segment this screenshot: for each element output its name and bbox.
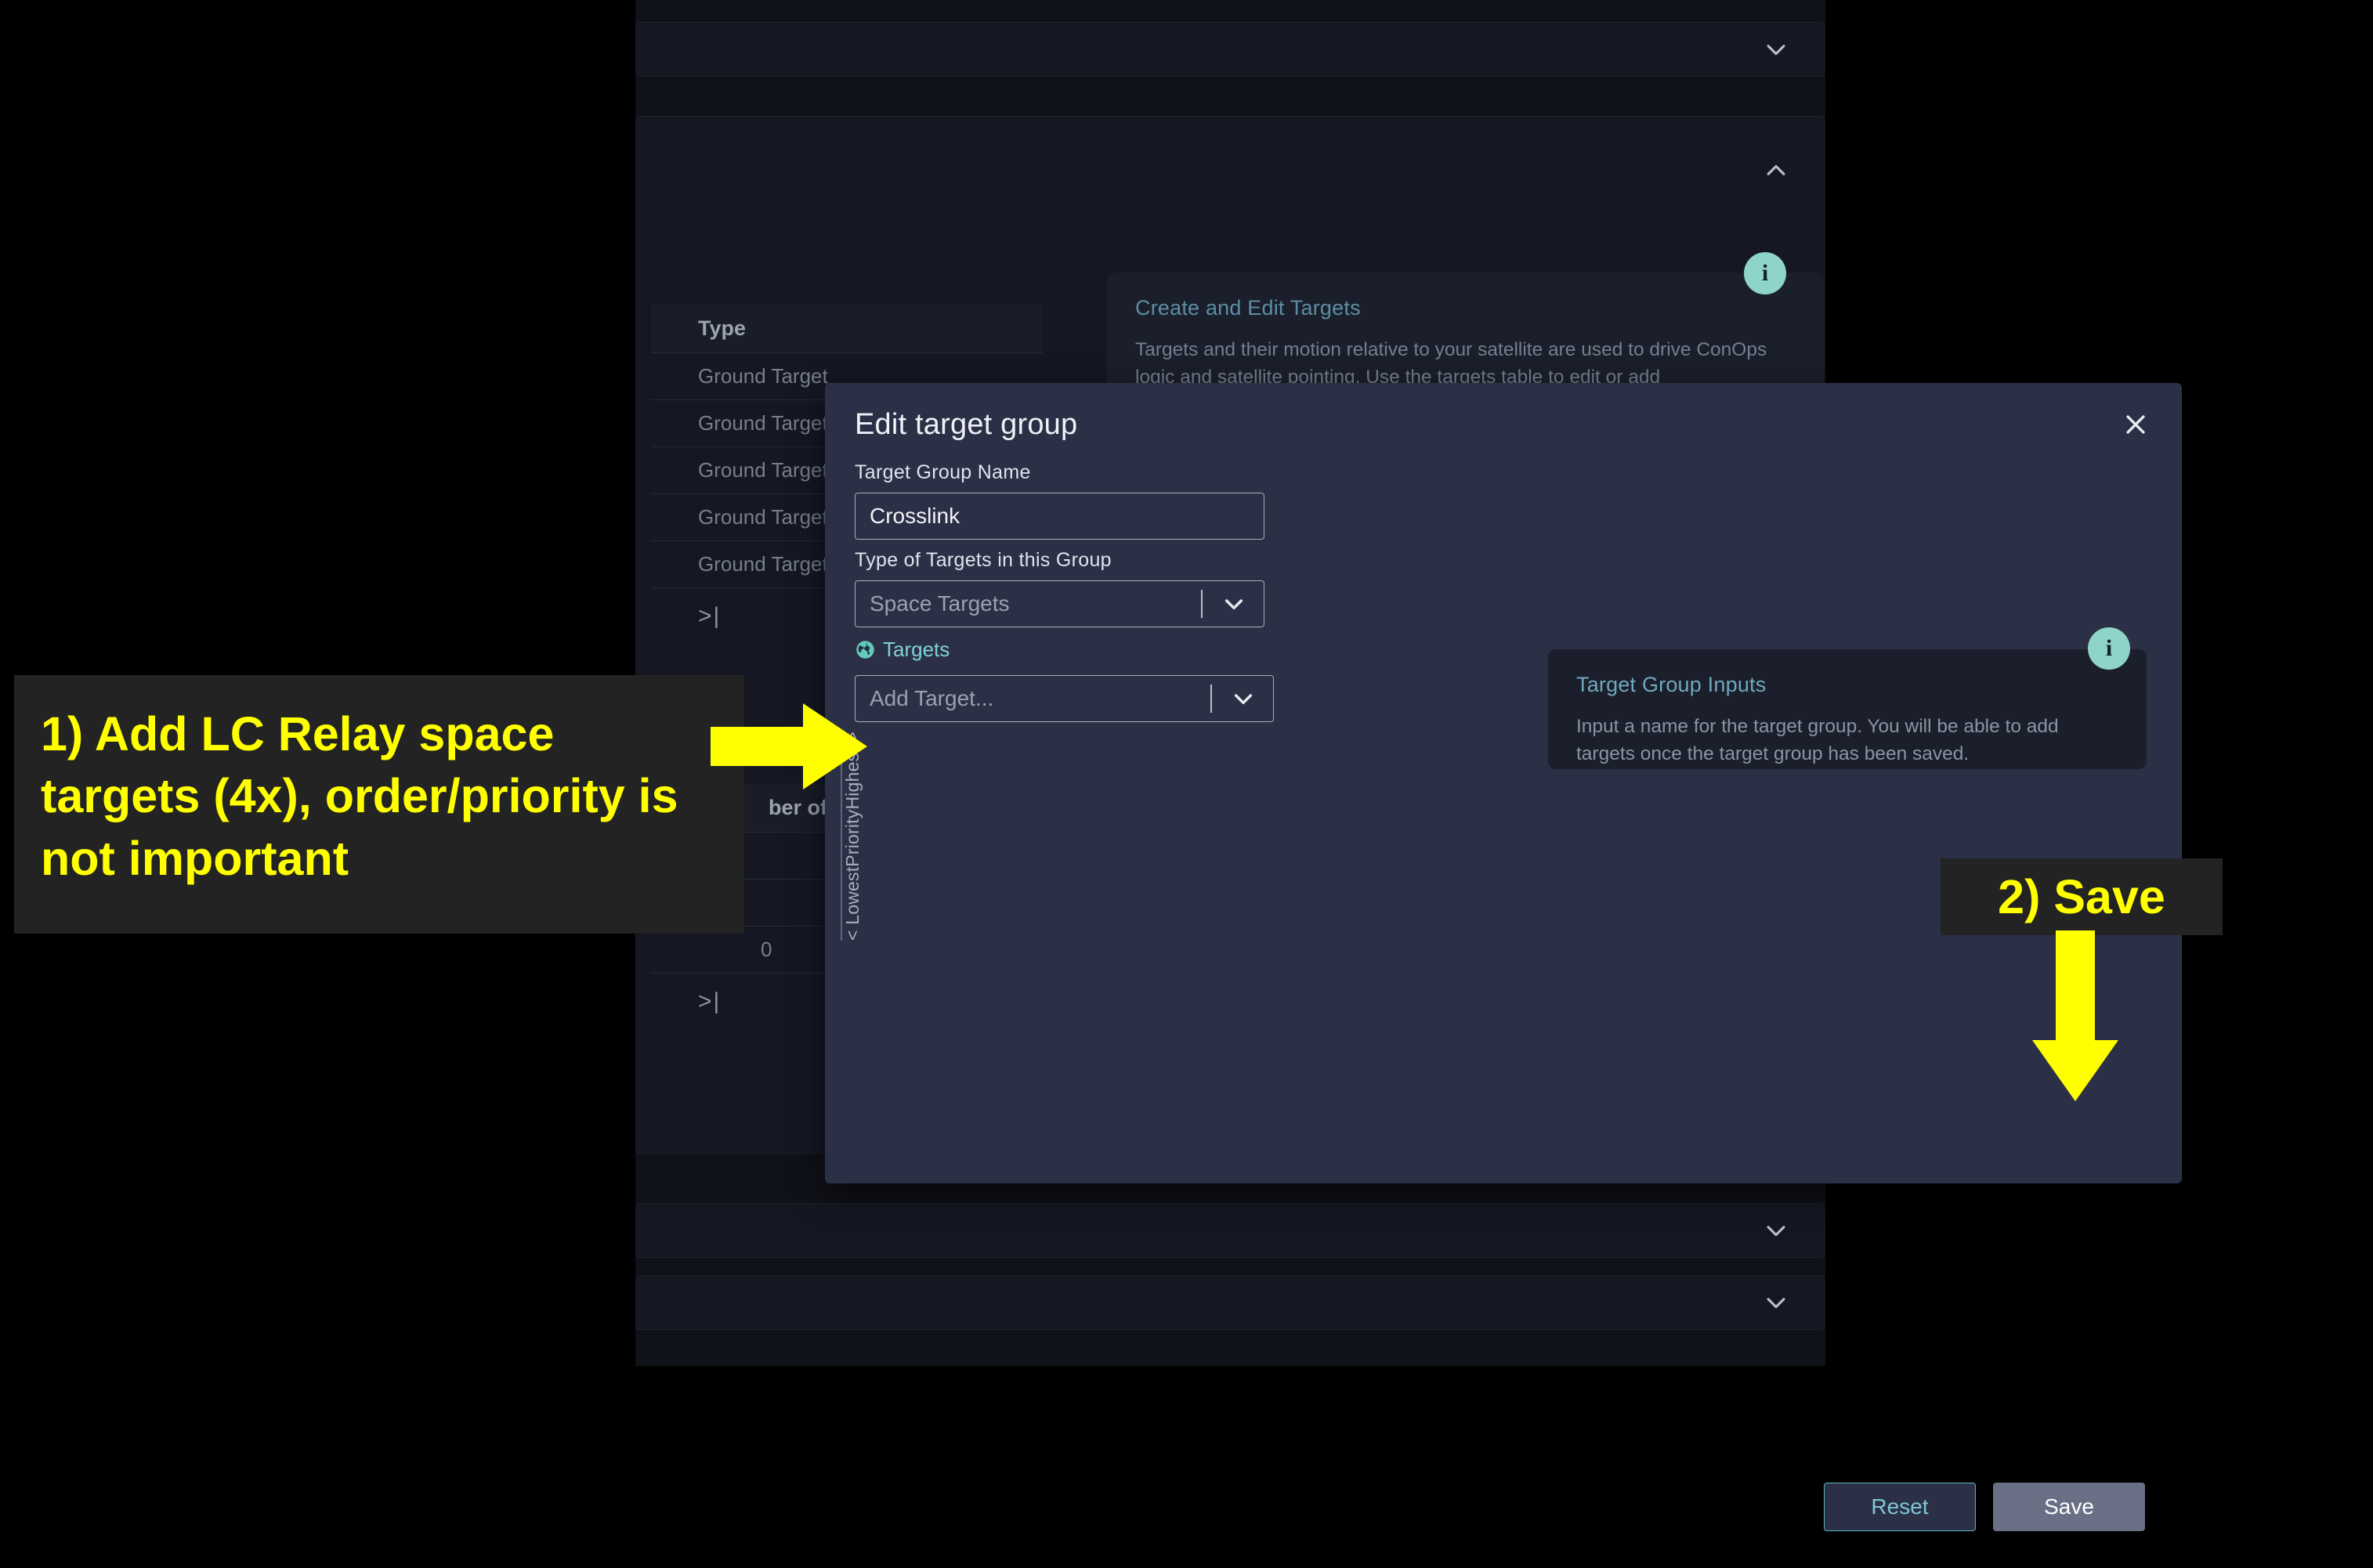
target-group-name-input[interactable]: Crosslink xyxy=(855,493,1264,540)
type-of-targets-value: Space Targets xyxy=(870,591,1010,616)
type-of-targets-select[interactable]: Space Targets xyxy=(855,580,1264,627)
annotation-step-1: 1) Add LC Relay space targets (4x), orde… xyxy=(14,675,744,934)
select-divider xyxy=(1210,685,1212,713)
target-group-inputs-info-card: Target Group Inputs Input a name for the… xyxy=(1548,649,2147,769)
annotation-step-2: 2) Save xyxy=(1941,858,2223,935)
panel-collapsed-lower-1[interactable] xyxy=(635,1203,1825,1258)
targets-table-header-type: Type xyxy=(651,304,1043,352)
info-card-title: Target Group Inputs xyxy=(1576,673,1767,696)
targets-section-header: Targets xyxy=(855,638,950,662)
chevron-down-icon[interactable] xyxy=(1763,36,1789,63)
info-icon[interactable]: i xyxy=(1744,252,1786,294)
chevron-down-icon[interactable] xyxy=(1221,591,1246,616)
targets-section-label: Targets xyxy=(883,638,950,661)
annotation-arrow-right-icon xyxy=(711,703,867,789)
add-target-placeholder: Add Target... xyxy=(870,686,994,710)
priority-axis-lowest: < Lowest xyxy=(841,866,863,941)
annotation-arrow-down-icon xyxy=(2032,930,2118,1101)
info-card-body: Input a name for the target group. You w… xyxy=(1576,716,2059,765)
priority-axis-middle: Priority xyxy=(841,809,863,867)
save-button[interactable]: Save xyxy=(1993,1483,2145,1531)
panel-collapsed-lower-2[interactable] xyxy=(635,1275,1825,1330)
dialog-title: Edit target group xyxy=(855,408,1078,441)
chevron-down-icon[interactable] xyxy=(1231,686,1256,711)
info-card-title: Create and Edit Targets xyxy=(1135,296,1361,320)
reset-button[interactable]: Reset xyxy=(1824,1483,1976,1531)
close-icon[interactable] xyxy=(2114,403,2157,446)
chevron-down-icon[interactable] xyxy=(1763,1217,1789,1244)
screen-root: Type Ground Target Ground Target Ground … xyxy=(0,0,2373,1568)
info-icon[interactable]: i xyxy=(2088,627,2130,670)
add-target-select[interactable]: Add Target... xyxy=(855,675,1274,722)
chevron-down-icon[interactable] xyxy=(1763,1289,1789,1316)
target-group-name-label: Target Group Name xyxy=(855,461,1031,483)
select-divider xyxy=(1201,590,1203,618)
type-of-targets-label: Type of Targets in this Group xyxy=(855,549,1112,571)
globe-icon xyxy=(856,641,874,659)
edit-target-group-dialog: Edit target group Target Group Name Cros… xyxy=(825,383,2182,1531)
chevron-up-icon[interactable] xyxy=(1763,157,1789,184)
panel-collapsed-top[interactable] xyxy=(635,22,1825,77)
